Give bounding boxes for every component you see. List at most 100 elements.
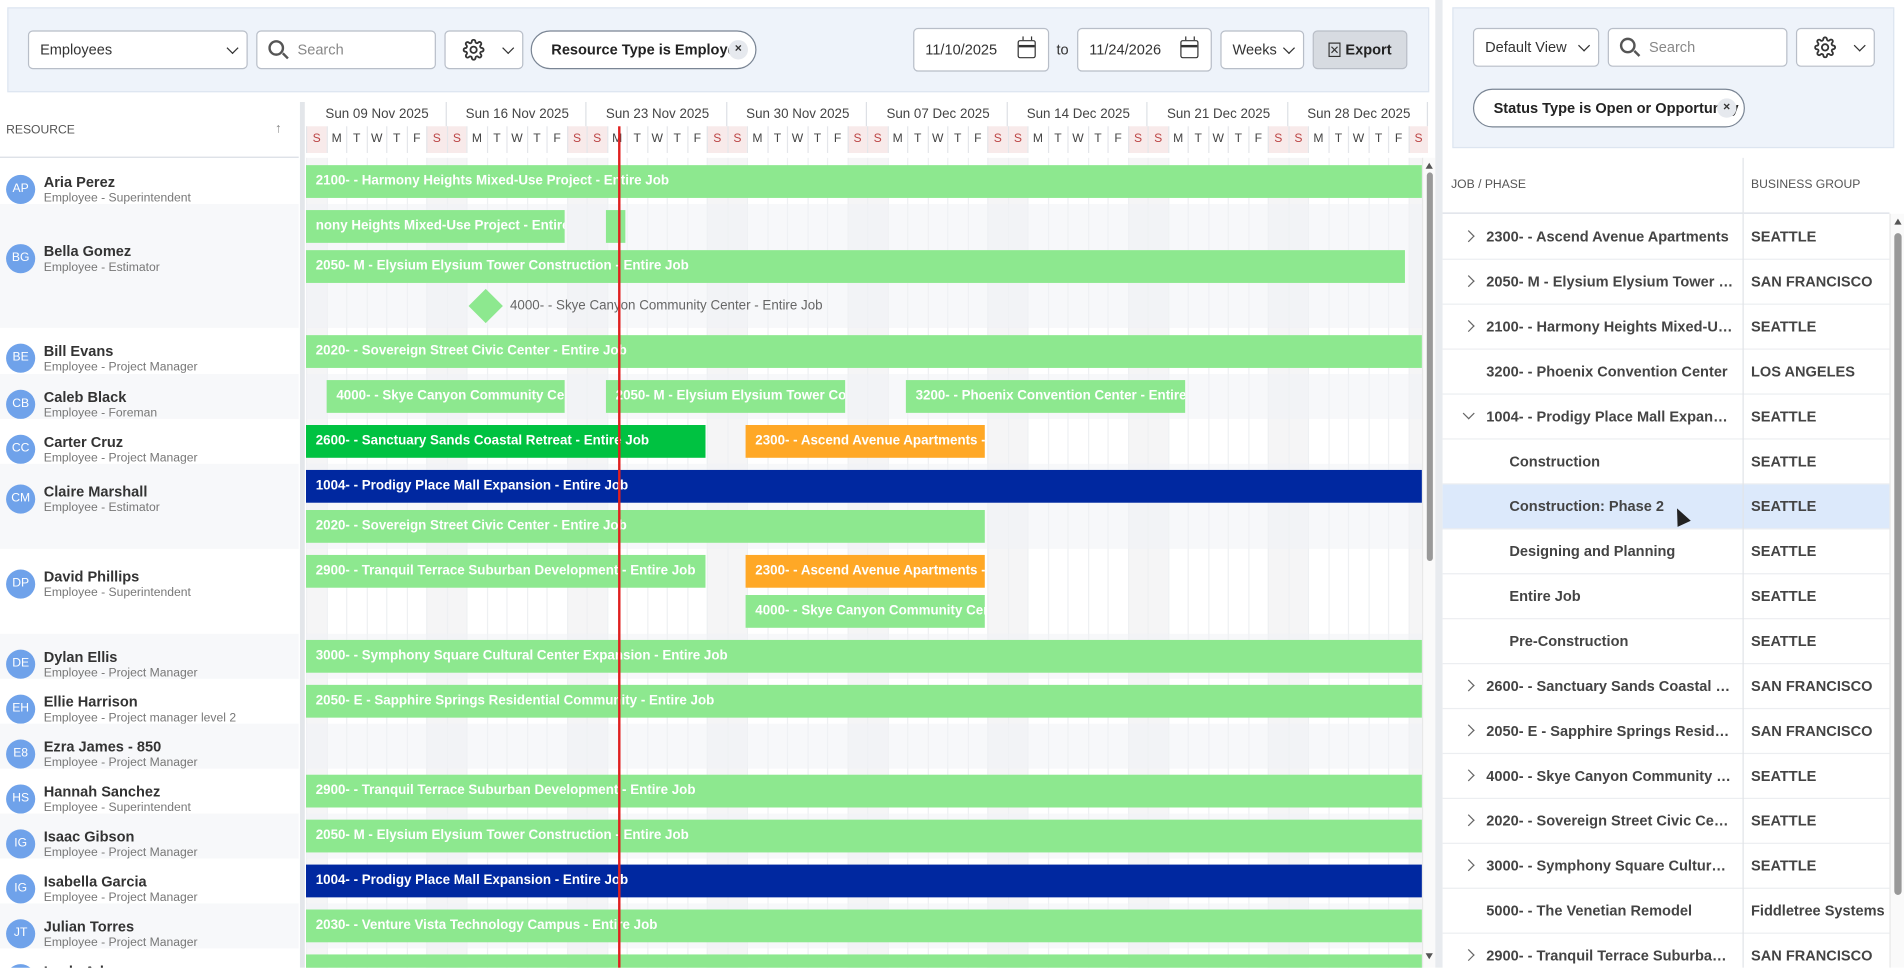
- resource-role: Employee - Project Manager: [43, 451, 198, 465]
- avatar: IG: [6, 873, 36, 903]
- gantt-bar[interactable]: 4000- - Skye Canyon Community Center - E…: [745, 595, 985, 628]
- job-row[interactable]: 3200- - Phoenix Convention Center LOS ANG…: [1442, 350, 1890, 395]
- chevron-right-icon[interactable]: [1462, 679, 1475, 692]
- chevron-right-icon[interactable]: [1462, 320, 1475, 333]
- gantt-bar[interactable]: 3000- - Symphony Square Cultural Center …: [306, 639, 1422, 673]
- job-row[interactable]: 4000- - Skye Canyon Community Center SEAT…: [1442, 754, 1890, 800]
- gantt-bar[interactable]: 2030- - Venture Vista Technology Campus …: [306, 909, 1422, 943]
- gantt-bar[interactable]: 1004- - Prodigy Place Mall Expansion - E…: [306, 864, 1422, 898]
- chevron-right-icon[interactable]: [1462, 949, 1475, 962]
- gantt-bar[interactable]: [605, 210, 626, 243]
- timeline-scrollbar-thumb[interactable]: [1426, 172, 1433, 562]
- export-button[interactable]: Export: [1312, 30, 1408, 70]
- resource-row[interactable]: EH Ellie Harrison Employee - Project manag…: [0, 679, 299, 724]
- close-icon[interactable]: ×: [1717, 98, 1737, 118]
- gantt-bar[interactable]: 2050- M - Elysium Elysium Tower Construc…: [306, 819, 1422, 853]
- scroll-up-arrow-icon[interactable]: [1425, 162, 1433, 169]
- close-icon[interactable]: ×: [728, 40, 749, 60]
- scroll-up-arrow-icon[interactable]: [1894, 218, 1902, 225]
- day-letter: M: [746, 126, 767, 154]
- gantt-bar[interactable]: 2300- - Ascend Avenue Apartments - Const…: [745, 554, 985, 588]
- gantt-bar[interactable]: 2300- - Ascend Avenue Apartments - Entir…: [745, 425, 985, 458]
- job-phase-row[interactable]: Construction SEATTLE: [1442, 440, 1890, 485]
- filter-pill-resource-type[interactable]: Resource Type is Employee ×: [530, 30, 757, 70]
- job-row[interactable]: 2300- - Ascend Avenue Apartments SEATTLE: [1442, 215, 1890, 260]
- column-separator: [1742, 157, 1744, 968]
- scroll-down-arrow-icon[interactable]: [1425, 953, 1433, 960]
- job-phase-column-header[interactable]: JOB / PHASE: [1442, 158, 1743, 214]
- resource-row[interactable]: BE Bill Evans Employee - Project Manager: [0, 328, 299, 374]
- resource-column-header[interactable]: RESOURCE ↑: [0, 102, 299, 158]
- time-scale-select[interactable]: Weeks: [1220, 30, 1305, 70]
- job-list-scrollbar[interactable]: [1889, 213, 1904, 968]
- gantt-bar[interactable]: 1004- - Prodigy Place Mall Expansion - E…: [306, 469, 1422, 503]
- chevron-right-icon[interactable]: [1462, 814, 1475, 827]
- gantt-bar[interactable]: [306, 954, 1422, 968]
- job-title: Pre-Construction: [1509, 632, 1629, 650]
- business-group-column-header[interactable]: BUSINESS GROUP: [1743, 158, 1890, 214]
- gantt-bar[interactable]: 2050- M - Elysium Elysium Tower Construc…: [306, 250, 1405, 283]
- job-row[interactable]: 2600- - Sanctuary Sands Coastal Retreat S…: [1442, 664, 1890, 710]
- chevron-right-icon[interactable]: [1462, 275, 1475, 288]
- resource-type-select[interactable]: Employees: [27, 30, 248, 70]
- sort-ascending-icon[interactable]: ↑: [275, 121, 282, 136]
- job-phase-row[interactable]: Designing and Planning SEATTLE: [1442, 529, 1890, 575]
- resource-row[interactable]: LA Layla Adams: [0, 948, 299, 968]
- resource-row[interactable]: DP David Phillips Employee - Superintenden…: [0, 549, 299, 634]
- job-row[interactable]: 2020- - Sovereign Street Civic Center SEA…: [1442, 799, 1890, 844]
- gantt-bar[interactable]: 2900- - Tranquil Terrace Suburban Develo…: [306, 774, 1422, 808]
- job-row[interactable]: 2050- M - Elysium Elysium Tower Construc…: [1442, 260, 1890, 305]
- gantt-bar[interactable]: 2020- - Sovereign Street Civic Center - …: [306, 510, 985, 543]
- job-phase-row[interactable]: Construction: Phase 2 SEATTLE: [1442, 484, 1890, 530]
- date-from-input[interactable]: 11/10/2025: [913, 27, 1050, 72]
- resource-row[interactable]: E8 Ezra James - 850 Employee - Project Man…: [0, 723, 299, 769]
- gantt-bar[interactable]: 2050- E - Sapphire Springs Residential C…: [306, 684, 1422, 718]
- column-splitter[interactable]: [299, 102, 305, 968]
- chevron-down-icon[interactable]: [1462, 407, 1475, 420]
- settings-button[interactable]: [444, 30, 524, 70]
- resource-row[interactable]: BG Bella Gomez Employee - Estimator: [0, 204, 299, 328]
- job-row[interactable]: 3000- - Symphony Square Cultural Center …: [1442, 844, 1890, 889]
- resource-row[interactable]: IG Isabella Garcia Employee - Project Mana…: [0, 859, 299, 904]
- resource-row[interactable]: HS Hannah Sanchez Employee - Superintenden…: [0, 769, 299, 814]
- job-search-input[interactable]: Search: [1607, 27, 1788, 67]
- chevron-right-icon[interactable]: [1462, 769, 1475, 782]
- date-to-input[interactable]: 11/24/2026: [1077, 27, 1212, 72]
- search-input[interactable]: Search: [256, 30, 436, 70]
- job-row[interactable]: 2900- - Tranquil Terrace Suburban Develo…: [1443, 934, 1890, 968]
- filter-pill-status-type[interactable]: Status Type is Open or Opportunity ×: [1472, 88, 1745, 128]
- job-phase-row[interactable]: Entire Job SEATTLE: [1442, 574, 1890, 620]
- panel-divider[interactable]: [1435, 0, 1443, 968]
- gantt-bar[interactable]: 4000- - Skye Canyon Community Center - E…: [326, 380, 565, 413]
- gantt-bar[interactable]: 2100- - Harmony Heights Mixed-Use Projec…: [306, 165, 1422, 198]
- job-title: Construction: [1509, 452, 1601, 470]
- job-phase-row[interactable]: Pre-Construction SEATTLE: [1442, 619, 1890, 665]
- gantt-bar[interactable]: 2020- - Sovereign Street Civic Center - …: [306, 335, 1422, 368]
- gantt-bar[interactable]: 2900- - Tranquil Terrace Suburban Develo…: [306, 554, 706, 588]
- view-select[interactable]: Default View: [1472, 27, 1600, 67]
- chevron-right-icon[interactable]: [1462, 230, 1475, 243]
- job-row[interactable]: 2100- - Harmony Heights Mixed-Use Projec…: [1442, 305, 1890, 350]
- chevron-right-icon[interactable]: [1462, 859, 1475, 872]
- resource-row[interactable]: IG Isaac Gibson Employee - Project Manager: [0, 813, 299, 859]
- resource-row[interactable]: CM Claire Marshall Employee - Estimator: [0, 463, 299, 549]
- job-list-scrollbar-thumb[interactable]: [1894, 233, 1902, 895]
- gantt-bar[interactable]: nony Heights Mixed-Use Project - Entire …: [306, 210, 565, 243]
- job-row[interactable]: 1004- - Prodigy Place Mall Expansion SEAT…: [1442, 395, 1890, 440]
- chevron-right-icon[interactable]: [1462, 724, 1475, 737]
- resource-row[interactable]: CB Caleb Black Employee - Foreman: [0, 374, 299, 420]
- calendar-icon[interactable]: [1017, 36, 1036, 59]
- job-settings-button[interactable]: [1795, 27, 1875, 67]
- day-letter: T: [346, 126, 366, 154]
- resource-row[interactable]: AP Aria Perez Employee - Superintendent: [0, 159, 299, 205]
- resource-row[interactable]: DE Dylan Ellis Employee - Project Manager: [0, 633, 299, 679]
- job-row[interactable]: 5000- - The Venetian Remodel Fiddletree S…: [1442, 889, 1890, 934]
- gantt-bar[interactable]: 2050- M - Elysium Elysium Tower Construc…: [605, 380, 846, 413]
- timeline-scrollbar[interactable]: [1421, 157, 1436, 968]
- gantt-bar[interactable]: 2600- - Sanctuary Sands Coastal Retreat …: [306, 425, 706, 458]
- resource-row[interactable]: CC Carter Cruz Employee - Project Manager: [0, 419, 299, 464]
- calendar-icon[interactable]: [1180, 36, 1199, 59]
- resource-row[interactable]: JT Julian Torres Employee - Project Manage…: [0, 903, 299, 949]
- job-row[interactable]: 2050- E - Sapphire Springs Residential C…: [1442, 709, 1890, 755]
- gantt-bar[interactable]: 3200- - Phoenix Convention Center - Enti…: [905, 380, 1186, 413]
